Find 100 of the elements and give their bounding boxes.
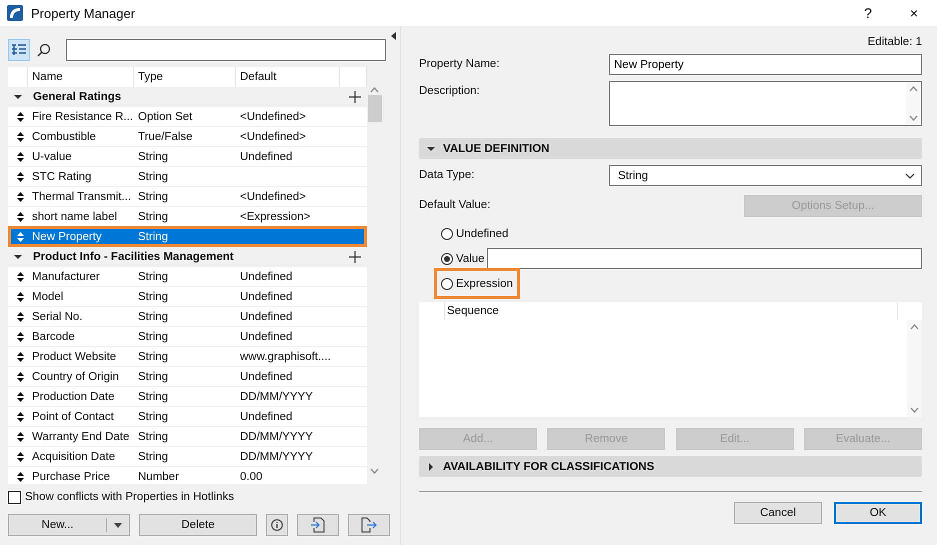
table-cell-text: www.graphisoft.... [239,350,332,364]
table-row[interactable]: STC Rating String [8,167,367,187]
file-arrow-in-icon[interactable] [310,517,326,533]
search-icon[interactable] [37,43,51,57]
tree-list-icon[interactable] [11,44,27,56]
reorder-icon[interactable] [16,212,24,222]
close-button[interactable]: × [891,4,937,22]
scroll-up-icon[interactable] [909,86,918,92]
table-cell-text: short name label [31,210,118,224]
table-row[interactable]: U-value String Undefined [8,147,367,167]
section-header[interactable]: AVAILABILITY FOR CLASSIFICATIONS [419,456,922,477]
table-cell-text: String [137,150,170,164]
reorder-icon[interactable] [16,412,24,422]
reorder-icon[interactable] [16,312,24,322]
table-row[interactable]: Point of Contact String Undefined [8,407,367,427]
reorder-icon[interactable] [16,292,24,302]
scroll-down-icon[interactable] [910,407,919,413]
value-field[interactable] [486,248,922,269]
scroll-down-icon[interactable] [909,115,918,121]
reorder-icon[interactable] [16,452,24,462]
table-cell-text: DD/MM/YYYY [239,430,314,444]
reorder-icon[interactable] [16,272,24,282]
table-row[interactable]: Combustible True/False <Undefined> [8,127,367,147]
collapse-icon[interactable] [391,32,396,40]
reorder-icon[interactable] [16,432,24,442]
radio-button[interactable] [441,278,453,290]
checkbox[interactable] [8,490,21,504]
expression-list[interactable]: Sequence [419,302,922,417]
new-button[interactable]: New... [8,514,130,536]
info-button[interactable] [266,514,288,536]
dialog-button[interactable]: Cancel [734,502,822,524]
reorder-icon[interactable] [16,152,24,162]
info-icon[interactable] [271,519,283,531]
section-header[interactable]: VALUE DEFINITION [419,138,922,159]
expand-toggle-icon[interactable] [427,144,435,152]
tree-view-button[interactable] [8,39,30,61]
reorder-icon[interactable] [16,392,24,402]
add-icon[interactable] [349,91,361,103]
table-row[interactable]: short name label String <Expression> [8,207,367,227]
table-cell-text: New Property [31,230,103,244]
table-cell-text: DD/MM/YYYY [239,390,314,404]
caret-icon[interactable] [114,522,122,528]
description-field[interactable] [609,81,922,126]
table-row[interactable]: Serial No. String Undefined [8,307,367,327]
reorder-icon[interactable] [16,192,24,202]
table-row[interactable]: Warranty End Date String DD/MM/YYYY [8,427,367,447]
reorder-icon[interactable] [16,352,24,362]
window-title: Property Manager [31,6,136,20]
table-row[interactable]: Model String Undefined [8,287,367,307]
radio-label[interactable]: Undefined [456,228,508,240]
table-cell-text: Acquisition Date [31,450,116,464]
group-header[interactable]: General Ratings [8,87,367,107]
data-type-dropdown[interactable]: String [609,165,922,186]
table-row[interactable]: Acquisition Date String DD/MM/YYYY [8,447,367,467]
reorder-icon[interactable] [16,172,24,182]
group-header[interactable]: Product Info - Facilities Management [8,247,367,267]
radio-button[interactable] [441,252,453,264]
table-row[interactable]: Country of Origin String Undefined [8,367,367,387]
table-cell-text: Fire Resistance R... [31,110,134,124]
scroll-thumb[interactable] [368,95,382,122]
reorder-icon[interactable] [16,332,24,342]
property-name-field[interactable]: New Property [609,54,922,75]
scroll-down-icon[interactable] [370,468,379,474]
group-name: Product Info - Facilities Management [32,251,235,263]
table-row[interactable]: Production Date String DD/MM/YYYY [8,387,367,407]
dialog-button[interactable]: OK [834,502,922,524]
export-button[interactable] [348,514,390,536]
radio-button[interactable] [441,228,453,240]
table-row[interactable]: Product Website String www.graphisoft.... [8,347,367,367]
table-cell-text: <Expression> [239,210,312,224]
expand-toggle-icon[interactable] [427,462,435,470]
table-row[interactable]: Barcode String Undefined [8,327,367,347]
table-row[interactable]: Fire Resistance R... Option Set <Undefined> [8,107,367,127]
table-row[interactable]: Thermal Transmit... String <Undefined> [8,187,367,207]
table-row[interactable]: Manufacturer String Undefined [8,267,367,287]
search-field[interactable] [66,39,386,61]
delete-button[interactable]: Delete [139,514,257,536]
radio-label[interactable]: Value [456,252,485,264]
table-cell-text: String [137,310,170,324]
column-header[interactable]: Sequence [445,302,898,320]
help-button[interactable]: ? [845,4,891,22]
reorder-icon[interactable] [16,112,24,122]
scroll-up-icon[interactable] [370,87,379,93]
reorder-icon[interactable] [16,132,24,142]
chevron-down-icon[interactable] [905,172,915,178]
checkbox-label: Show conflicts with Properties in Hotlinks [25,491,234,503]
table-row[interactable]: New Property String [8,227,367,247]
table-cell-text: U-value [31,150,73,164]
table-cell-text: String [137,170,170,184]
field-label: Description: [419,84,481,99]
reorder-icon[interactable] [16,372,24,382]
import-button[interactable] [297,514,339,536]
expand-toggle-icon[interactable] [14,93,22,101]
reorder-icon[interactable] [16,472,24,482]
add-icon[interactable] [349,251,361,263]
expand-toggle-icon[interactable] [14,253,22,261]
table-row[interactable]: Purchase Price Number 0.00 [8,467,367,484]
scroll-up-icon[interactable] [910,324,919,330]
file-arrow-out-icon[interactable] [361,517,377,533]
radio-label[interactable]: Expression [456,278,513,290]
